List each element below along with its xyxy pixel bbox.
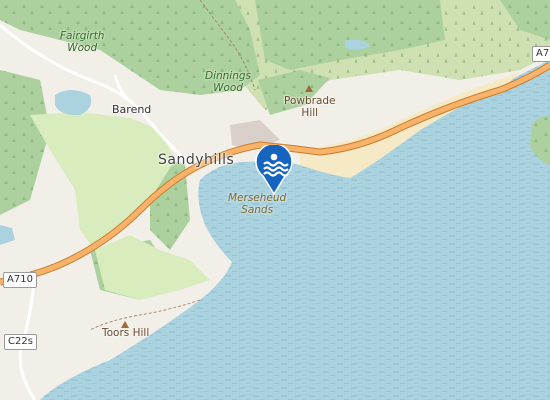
- location-marker[interactable]: [254, 145, 294, 195]
- label-fairgirth-wood: Fairgirth Wood: [60, 30, 105, 54]
- label-dinnings-wood: Dinnings Wood: [205, 70, 252, 94]
- road-shield-c22s: C22s: [4, 334, 37, 350]
- label-barend: Barend: [112, 103, 152, 116]
- road-shield-a710-east: A71: [532, 46, 550, 62]
- swimming-icon: [255, 145, 293, 195]
- label-sandyhills: Sandyhills: [158, 152, 235, 168]
- map-canvas[interactable]: Fairgirth Wood Dinnings Wood Barend Sandyh…: [0, 0, 550, 400]
- road-shield-a710: A710: [3, 272, 37, 288]
- label-toors-hill: Toors Hill: [102, 327, 150, 339]
- label-merseheud-sands: Merseheud Sands: [228, 192, 287, 216]
- label-powbrade-hill: Powbrade Hill: [284, 95, 336, 119]
